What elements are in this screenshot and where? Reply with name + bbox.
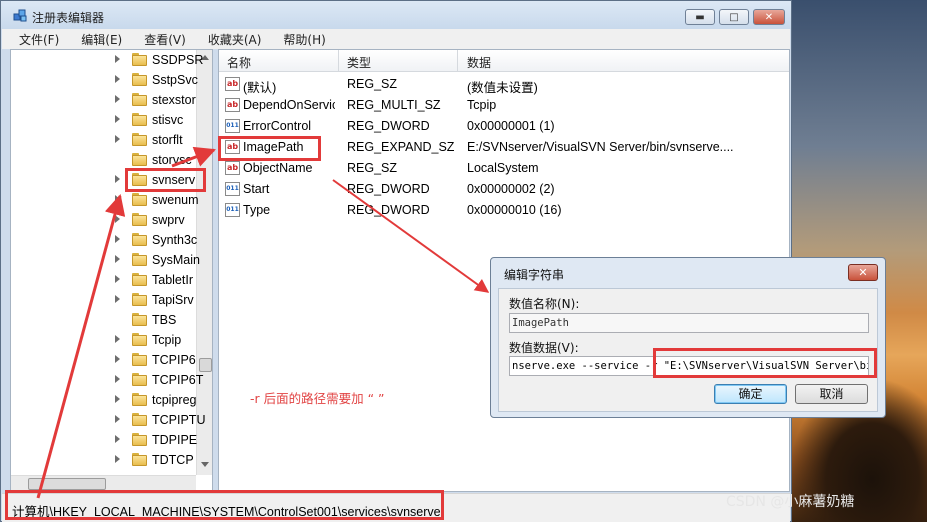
arrow-status-to-svnserv (36, 193, 126, 499)
arrow-imagepath-to-dialog (332, 179, 490, 293)
annotation-arrows (36, 146, 490, 499)
watermark: CSDN @小麻薯奶糖 (726, 494, 855, 510)
arrow-svnserv-to-imagepath (171, 146, 216, 168)
annotation-note: -r 后面的路径需要加 “ ” (250, 391, 385, 406)
